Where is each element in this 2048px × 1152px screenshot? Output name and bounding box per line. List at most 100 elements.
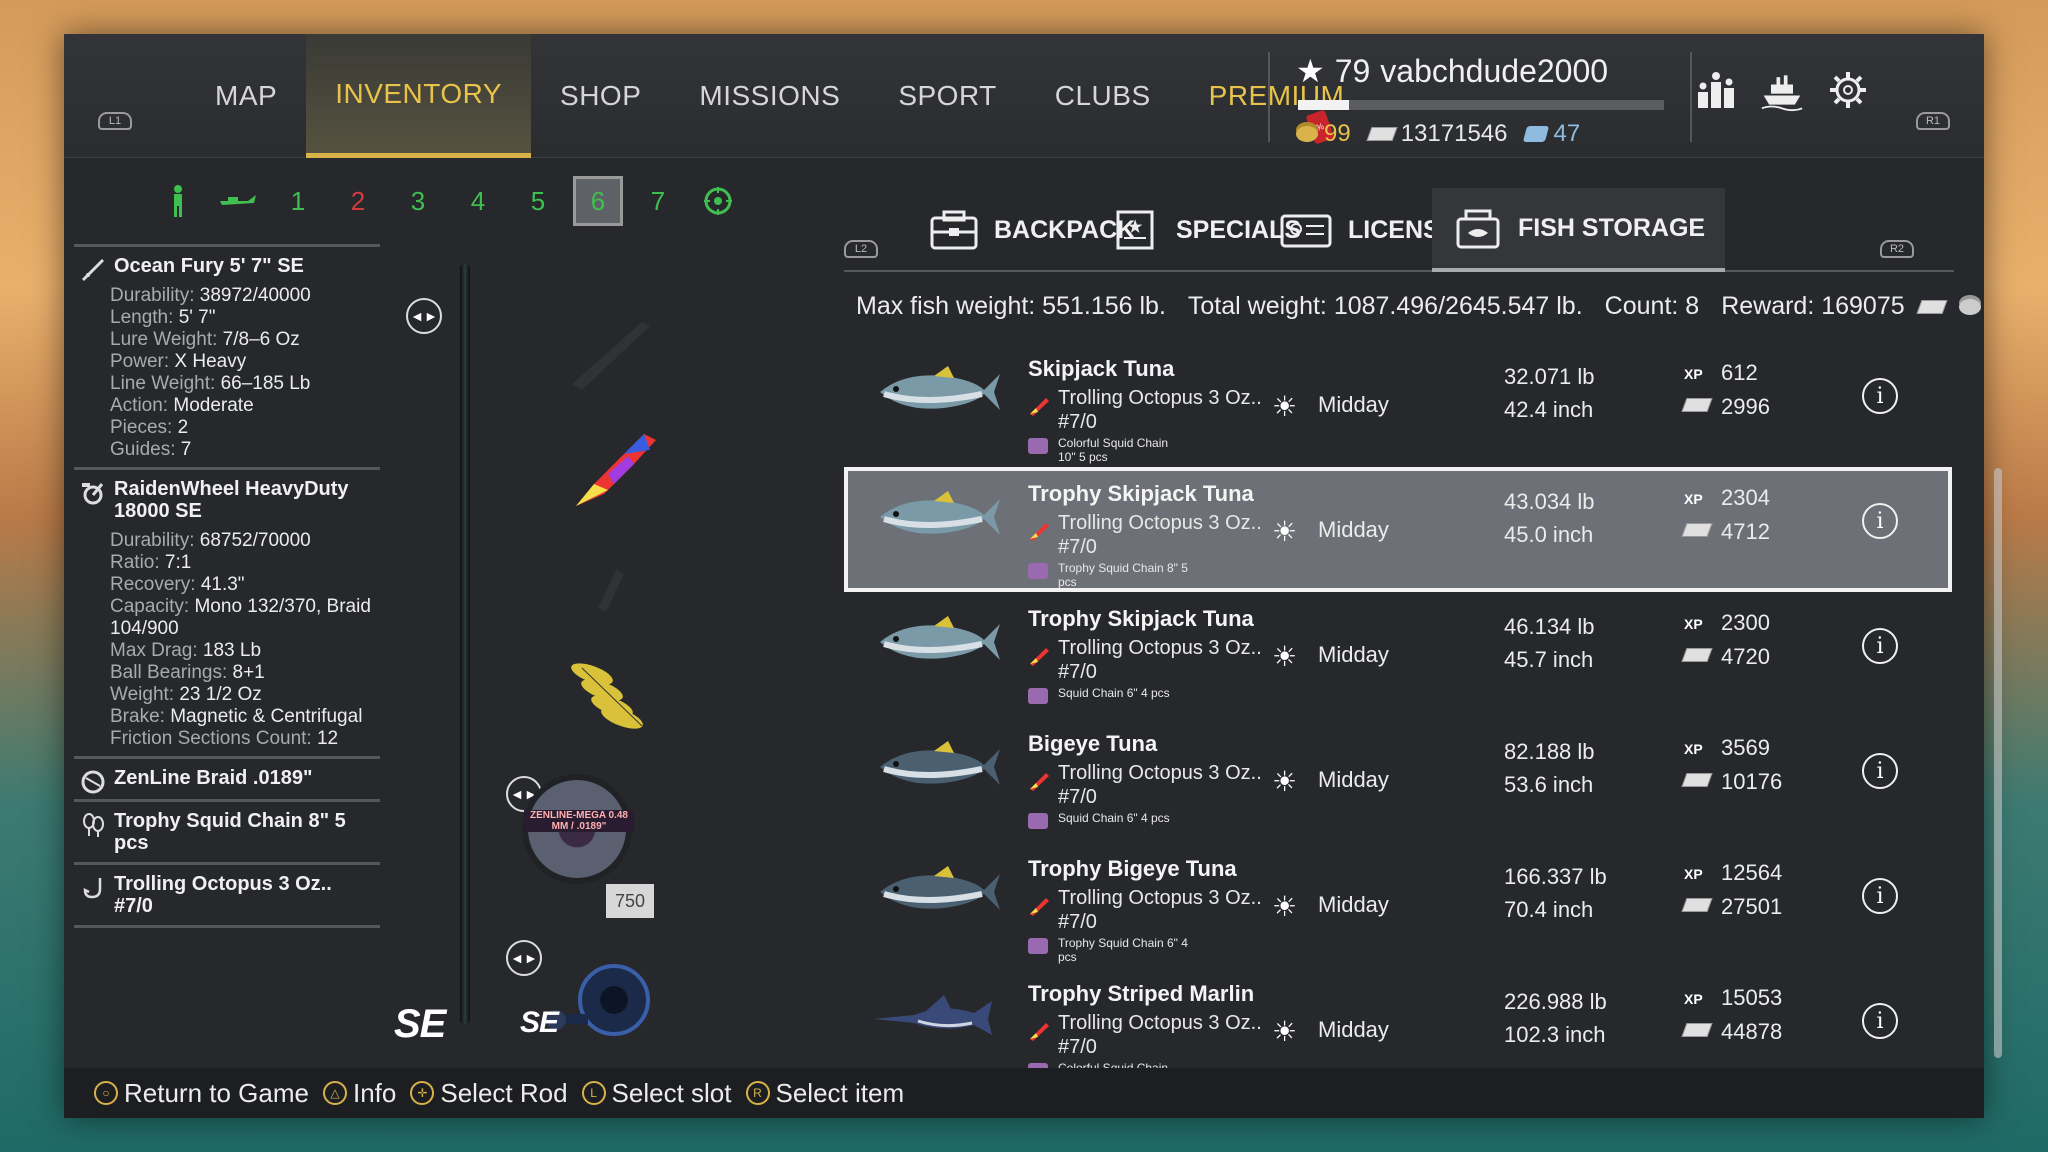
reel-info[interactable]: RaidenWheel HeavyDuty 18000 SE Durabilit…: [74, 467, 380, 756]
rod-slot-6[interactable]: 6: [573, 176, 623, 226]
boat-rod-holder-icon[interactable]: [208, 176, 268, 226]
rod-slot-7[interactable]: 7: [628, 176, 688, 226]
baitcoin-currency: 47: [1523, 120, 1581, 148]
bait-info[interactable]: Trophy Squid Chain 8" 5 pcs: [74, 799, 380, 862]
fish-row[interactable]: Trophy Skipjack Tuna Trolling Octopus 3 …: [844, 592, 1952, 717]
fish-bait: Trophy Squid Chain 8" 5 pcs: [1058, 561, 1188, 589]
rod-slot-3[interactable]: 3: [388, 176, 448, 226]
heavy-duty-reel-icon[interactable]: [544, 954, 664, 1054]
octopus-lure-icon: [1030, 523, 1049, 541]
fish-lure-name: Trolling Octopus 3 Oz..: [1058, 887, 1262, 909]
info-icon[interactable]: i: [1862, 753, 1898, 789]
hint-return-to-game[interactable]: ○ Return to Game: [94, 1078, 309, 1109]
fish-reward: 4712: [1721, 519, 1770, 544]
r2-button-hint[interactable]: R2: [1880, 240, 1914, 258]
fish-bait: Colorful Squid Chain 10" 5 pcs: [1058, 436, 1169, 464]
player-level: 79: [1334, 52, 1371, 89]
info-icon[interactable]: i: [1862, 378, 1898, 414]
squid-chain-bait-icon[interactable]: [562, 654, 662, 734]
target-icon[interactable]: [688, 176, 748, 226]
stat-row: Max Drag: 183 Lb: [110, 640, 374, 662]
info-icon[interactable]: i: [1862, 628, 1898, 664]
fish-measurements: 166.337 lb 70.4 inch: [1504, 860, 1607, 926]
info-icon[interactable]: i: [1862, 878, 1898, 914]
line-info[interactable]: ZenLine Braid .0189": [74, 756, 380, 799]
fish-xp: 12564: [1721, 860, 1783, 885]
right-stick-icon: R: [745, 1081, 770, 1105]
stat-label: Capacity:: [110, 596, 190, 617]
nav-clubs[interactable]: CLUBS: [1026, 34, 1180, 158]
rod-info[interactable]: Ocean Fury 5' 7" SE Durability: 38972/40…: [74, 244, 380, 467]
stat-value: 5' 7": [178, 307, 216, 328]
boat-icon[interactable]: [1760, 68, 1804, 112]
stat-label: Lure Weight:: [110, 329, 218, 350]
hint-select-rod[interactable]: ✛ Select Rod: [410, 1078, 568, 1109]
fish-lure-size: #7/0: [1058, 786, 1097, 808]
nav-missions[interactable]: MISSIONS: [670, 34, 869, 158]
info-icon[interactable]: i: [1862, 503, 1898, 539]
stat-value: 7: [180, 439, 192, 460]
l1-button-hint[interactable]: L1: [98, 112, 132, 130]
fish-list-scrollbar[interactable]: [1994, 468, 2002, 1058]
rod-slot-1[interactable]: 1: [268, 176, 328, 226]
rod-slot-bubble-icon[interactable]: ◄►: [406, 298, 442, 334]
fish-name: Trophy Skipjack Tuna: [1028, 606, 1254, 631]
stat-row: Guides: 7: [110, 439, 374, 461]
rod-slot-4[interactable]: 4: [448, 176, 508, 226]
fish-row[interactable]: Skipjack Tuna Trolling Octopus 3 Oz.. #7/…: [844, 342, 1952, 467]
marlin-icon: [874, 995, 992, 1035]
silver-currency: 13171546: [1366, 120, 1507, 148]
info-icon[interactable]: i: [1862, 1003, 1898, 1039]
divider: [1268, 52, 1270, 142]
stat-label: Friction Sections Count:: [110, 728, 312, 749]
nav-inventory[interactable]: INVENTORY: [306, 34, 532, 158]
xp-label: XP: [1684, 491, 1703, 507]
rod-tip-silhouette-icon: [572, 322, 650, 390]
settings-gear-icon[interactable]: [1826, 68, 1870, 112]
rod-slot-2[interactable]: 2: [328, 176, 388, 226]
hint-select-item[interactable]: R Select item: [745, 1078, 904, 1109]
tab-fish-storage[interactable]: FISH STORAGE: [1432, 188, 1726, 272]
fish-list: Skipjack Tuna Trolling Octopus 3 Oz.. #7/…: [844, 342, 1974, 1092]
tuna-icon: [880, 866, 1000, 910]
nav-sport[interactable]: SPORT: [869, 34, 1025, 158]
stat-row: Ratio: 7:1: [110, 552, 374, 574]
angler-icon[interactable]: [148, 176, 208, 226]
fish-storage-panel: L2 BACKPACK ★ SPECIALS LICENSES FISH STO…: [844, 168, 2002, 1093]
hint-info[interactable]: △ Info: [322, 1078, 396, 1109]
silver-coins-icon: [1958, 298, 1981, 315]
leaderboard-icon[interactable]: [1694, 68, 1738, 112]
hint-select-slot[interactable]: L Select slot: [581, 1078, 732, 1109]
fish-measurements: 46.134 lb 45.7 inch: [1504, 610, 1595, 676]
braid-line-spool-image[interactable]: ZENLINE-MEGA 0.48 MM / .0189": [522, 774, 634, 884]
squid-bait-icon: [1028, 438, 1048, 454]
fish-row[interactable]: Trophy Skipjack Tuna Trolling Octopus 3 …: [844, 467, 1952, 592]
reel-slot-bubble-icon[interactable]: ◄►: [506, 940, 542, 976]
l2-button-hint[interactable]: L2: [844, 240, 878, 258]
fish-lure-size: #7/0: [1058, 911, 1097, 933]
nav-shop[interactable]: SHOP: [531, 34, 670, 158]
rod-slot-5[interactable]: 5: [508, 176, 568, 226]
catch-time: Midday: [1318, 642, 1389, 667]
lure-info[interactable]: Trolling Octopus 3 Oz.. #7/0: [74, 862, 380, 928]
trolling-octopus-lure-icon[interactable]: [564, 424, 664, 514]
r1-button-hint[interactable]: R1: [1916, 112, 1950, 130]
baitcoin-amount: 47: [1553, 120, 1581, 147]
top-bar: L1 R1 MAP INVENTORY SHOP MISSIONS SPORT …: [64, 34, 1984, 158]
nav-map[interactable]: MAP: [186, 34, 306, 158]
fish-row[interactable]: Bigeye Tuna Trolling Octopus 3 Oz.. #7/0 …: [844, 717, 1952, 842]
gold-coins-icon: [1296, 126, 1318, 142]
stat-row: Weight: 23 1/2 Oz: [110, 684, 374, 706]
squid-bait-icon: [1028, 563, 1048, 579]
stat-label: Recovery:: [110, 574, 196, 595]
fish-row[interactable]: Trophy Bigeye Tuna Trolling Octopus 3 Oz…: [844, 842, 1952, 967]
stat-label: Power:: [110, 351, 170, 372]
bait-title: Trophy Squid Chain 8" 5 pcs: [114, 810, 346, 854]
baitcoins-icon: [1523, 126, 1550, 142]
rod-image[interactable]: [460, 264, 470, 1024]
xp-label: XP: [1684, 741, 1703, 757]
rod-icon: [80, 257, 106, 283]
stat-row: Durability: 68752/70000: [110, 530, 374, 552]
stat-value: 38972/40000: [199, 285, 311, 306]
silver-bills-icon: [1681, 398, 1713, 412]
